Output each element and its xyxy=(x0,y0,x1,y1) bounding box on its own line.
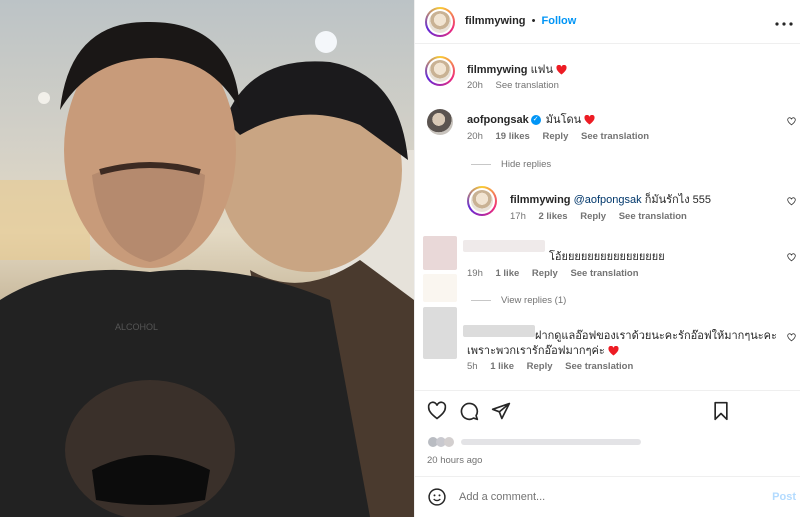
divider xyxy=(415,476,800,477)
like-comment-icon[interactable] xyxy=(787,253,796,262)
reply-avatar[interactable] xyxy=(467,186,497,216)
see-translation-button[interactable]: See translation xyxy=(581,131,649,142)
hide-replies-button[interactable]: Hide replies xyxy=(471,159,551,170)
comment-likes[interactable]: 19 likes xyxy=(496,131,530,142)
caption-time: 20h xyxy=(467,80,483,91)
posted-time: 20 hours ago xyxy=(427,455,483,466)
comment-likes[interactable]: 1 like xyxy=(490,361,514,372)
comment-text: โอ้ยยยยยยยยยยยยยยยย xyxy=(549,251,665,263)
like-comment-icon[interactable] xyxy=(787,333,796,342)
photo-illustration: ALCOHOL xyxy=(0,21,414,517)
blurred-likes-summary xyxy=(428,437,641,447)
caption-line: filmmywing แฟน xyxy=(467,60,567,78)
red-heart-icon xyxy=(584,114,595,125)
author-avatar[interactable] xyxy=(425,7,455,37)
follow-button[interactable]: Follow xyxy=(542,15,577,27)
divider xyxy=(415,390,800,391)
comment-text-line2: เพราะพวกเรารักอ๊อฟมากๆค่ะ xyxy=(467,341,619,359)
reply-username[interactable]: filmmywing xyxy=(510,194,571,206)
commenter-avatar[interactable] xyxy=(427,109,453,135)
comment-icon[interactable] xyxy=(459,401,479,421)
post-comment-button[interactable]: Post xyxy=(772,491,796,503)
reply-mention[interactable]: @aofpongsak xyxy=(574,194,642,206)
caption-avatar[interactable] xyxy=(425,56,455,86)
comment-text: มันโดน xyxy=(545,114,582,126)
like-comment-icon[interactable] xyxy=(787,197,796,206)
comment-line: aofpongsak ✓ มันโดน xyxy=(467,110,595,128)
comment-username[interactable]: aofpongsak xyxy=(467,114,529,126)
verified-badge-icon: ✓ xyxy=(530,115,541,126)
post-panel: filmmywing • Follow filmmywing แฟน 20h S… xyxy=(414,0,800,517)
post-header: filmmywing • Follow xyxy=(415,0,800,44)
blurred-username xyxy=(463,240,545,252)
separator-dot: • xyxy=(531,15,536,27)
comment-time: 20h xyxy=(467,131,483,142)
comment-text-line2-text: เพราะพวกเรารักอ๊อฟมากๆค่ะ xyxy=(467,345,605,357)
reply-button[interactable]: Reply xyxy=(527,361,553,372)
author-username[interactable]: filmmywing xyxy=(465,15,526,27)
blurred-avatar xyxy=(423,236,457,270)
share-icon[interactable] xyxy=(491,401,511,421)
caption-text: แฟน xyxy=(530,64,553,76)
comment-time: 19h xyxy=(467,268,483,279)
red-heart-icon xyxy=(556,64,567,75)
author-line: filmmywing • Follow xyxy=(465,15,576,27)
svg-text:ALCOHOL: ALCOHOL xyxy=(115,322,158,332)
reply-reply-button[interactable]: Reply xyxy=(580,211,606,222)
comment-likes[interactable]: 1 like xyxy=(496,268,520,279)
bookmark-icon[interactable] xyxy=(711,401,731,421)
caption-username[interactable]: filmmywing xyxy=(467,64,528,76)
blurred-avatar xyxy=(423,307,457,359)
red-heart-icon xyxy=(608,345,619,356)
blurred-thumb xyxy=(423,274,457,302)
comment-meta: 19h 1 like Reply See translation xyxy=(467,268,649,279)
heart-icon[interactable] xyxy=(427,401,447,421)
caption-meta: 20h See translation xyxy=(467,80,569,91)
reply-time: 17h xyxy=(510,211,526,222)
add-comment-input[interactable]: Add a comment... xyxy=(459,491,545,503)
reply-meta: 17h 2 likes Reply See translation xyxy=(510,211,697,222)
blurred-username xyxy=(463,325,535,337)
see-translation-button[interactable]: See translation xyxy=(570,268,638,279)
view-replies-button[interactable]: View replies (1) xyxy=(471,295,566,306)
post-photo[interactable]: ALCOHOL xyxy=(0,0,414,517)
caption-see-translation[interactable]: See translation xyxy=(496,80,559,91)
comment-meta: 20h 19 likes Reply See translation xyxy=(467,131,659,142)
reply-text: ก็มันรักไง 555 xyxy=(644,194,711,206)
more-options-icon[interactable] xyxy=(775,14,793,32)
see-translation-button[interactable]: See translation xyxy=(565,361,633,372)
reply-button[interactable]: Reply xyxy=(542,131,568,142)
reply-line: filmmywing @aofpongsak ก็มันรักไง 555 xyxy=(510,190,711,208)
reply-see-translation-button[interactable]: See translation xyxy=(619,211,687,222)
like-comment-icon[interactable] xyxy=(787,117,796,126)
reply-likes[interactable]: 2 likes xyxy=(539,211,568,222)
comment-time: 5h xyxy=(467,361,478,372)
emoji-icon[interactable] xyxy=(427,487,447,507)
comment-meta: 5h 1 like Reply See translation xyxy=(467,361,643,372)
reply-button[interactable]: Reply xyxy=(532,268,558,279)
